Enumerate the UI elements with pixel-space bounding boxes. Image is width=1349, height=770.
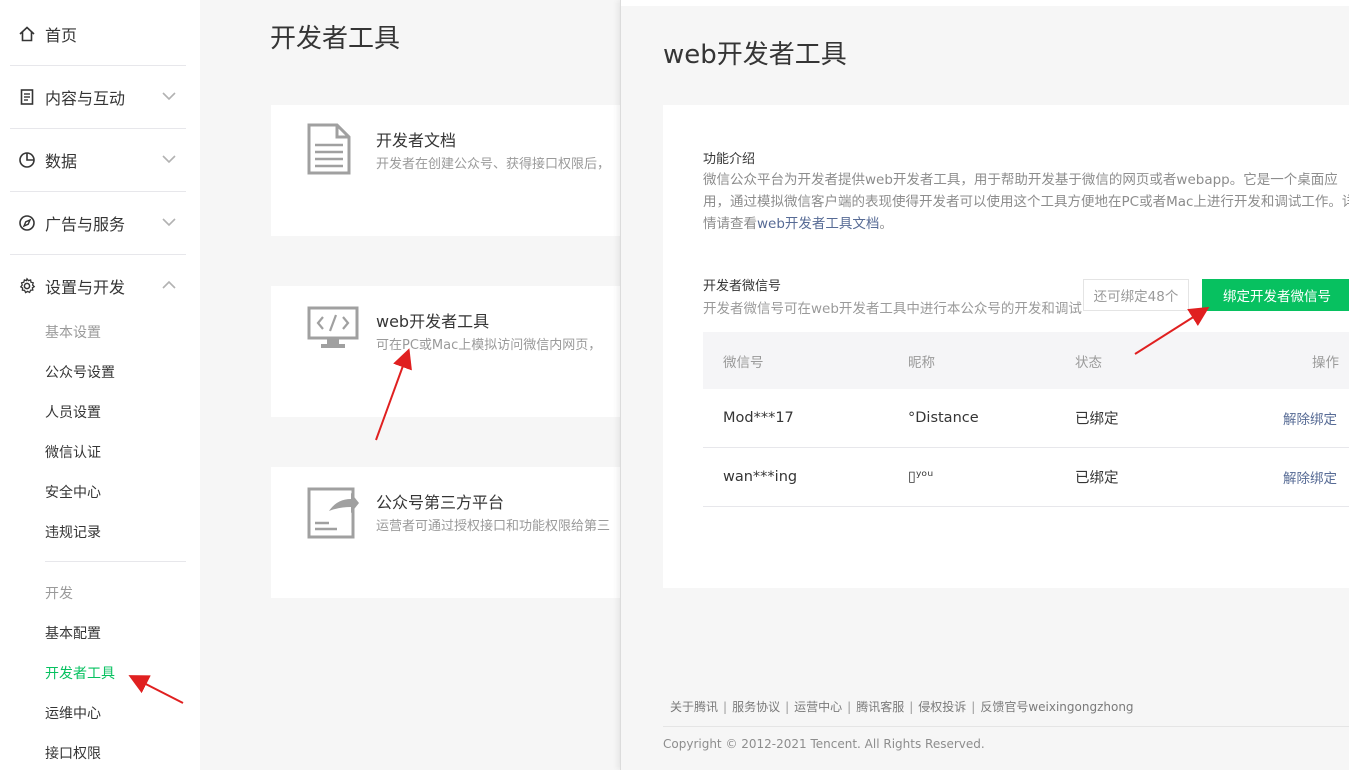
column-header-action: 操作 [1312, 354, 1339, 371]
section-development: 开发 [45, 586, 73, 602]
table-row: Mod***17 °Distance 已绑定 解除绑定 [703, 389, 1349, 448]
separator: | [723, 700, 728, 714]
unbind-link[interactable]: 解除绑定 [1283, 408, 1337, 428]
sidebar: 首页 内容与互动 数据 广告与服务 设置与开发 基本设置 公众号设置 人员设置 … [0, 0, 200, 770]
chevron-down-icon [162, 88, 176, 107]
gear-icon [18, 277, 36, 295]
page-title: 开发者工具 [270, 24, 401, 54]
card-developer-docs[interactable]: 开发者文档 开发者在创建公众号、获得接口权限后， [271, 105, 631, 236]
compass-icon [18, 214, 36, 232]
document-icon [307, 123, 359, 175]
bind-developer-wechat-button[interactable]: 绑定开发者微信号 [1202, 279, 1349, 311]
column-header-status: 状态 [1075, 354, 1102, 371]
cell-status: 已绑定 [1075, 411, 1119, 428]
remaining-bind-count: 还可绑定48个 [1083, 279, 1189, 311]
drawer-panel: 功能介绍 微信公众平台为开发者提供web开发者工具，用于帮助开发基于微信的网页或… [663, 105, 1349, 588]
sidebar-item-security-center[interactable]: 安全中心 [45, 482, 101, 502]
table-row: wan***ing ▯ʸᵒᵘ 已绑定 解除绑定 [703, 448, 1349, 507]
sidebar-item-violation-records[interactable]: 违规记录 [45, 522, 101, 542]
footer-divider [663, 726, 1349, 727]
card-desc: 运营者可通过授权接口和功能权限给第三 [376, 519, 611, 534]
pie-chart-icon [18, 151, 36, 169]
chevron-down-icon [162, 151, 176, 170]
unbind-link[interactable]: 解除绑定 [1283, 467, 1337, 487]
cell-wechat: wan***ing [723, 469, 798, 485]
sidebar-item-staff-settings[interactable]: 人员设置 [45, 402, 101, 422]
drawer-title: web开发者工具 [663, 40, 847, 70]
sidebar-item-api-permissions[interactable]: 接口权限 [45, 743, 101, 763]
card-third-party-platform[interactable]: 公众号第三方平台 运营者可通过授权接口和功能权限给第三 [271, 467, 631, 598]
nav-content-label: 内容与互动 [45, 89, 126, 108]
card-desc: 开发者在创建公众号、获得接口权限后， [376, 157, 611, 172]
home-icon [18, 25, 36, 43]
drawer-web-devtools: web开发者工具 功能介绍 微信公众平台为开发者提供web开发者工具，用于帮助开… [620, 0, 1349, 770]
nav-settings[interactable]: 设置与开发 [10, 255, 186, 317]
drawer-top-strip [621, 0, 1349, 6]
chevron-down-icon [162, 214, 176, 233]
nav-home-label: 首页 [45, 26, 78, 45]
nav-home[interactable]: 首页 [10, 3, 186, 65]
separator: | [785, 700, 790, 714]
separator: | [971, 700, 976, 714]
separator: | [909, 700, 914, 714]
section-basic-settings: 基本设置 [45, 325, 101, 341]
sidebar-item-wechat-verify[interactable]: 微信认证 [45, 442, 101, 462]
developer-wechat-desc: 开发者微信号可在web开发者工具中进行本公众号的开发和调试 [703, 301, 1082, 317]
nav-ads[interactable]: 广告与服务 [10, 192, 186, 254]
nav-settings-label: 设置与开发 [45, 278, 126, 297]
card-web-devtools[interactable]: web开发者工具 可在PC或Mac上模拟访问微信内网页， [271, 286, 631, 417]
chevron-up-icon [162, 277, 176, 296]
cell-wechat: Mod***17 [723, 410, 794, 426]
card-title: web开发者工具 [376, 312, 490, 331]
footer-link-infringement[interactable]: 侵权投诉 [918, 700, 966, 714]
nav-ads-label: 广告与服务 [45, 215, 126, 234]
sidebar-item-ops-center[interactable]: 运维中心 [45, 703, 101, 723]
share-document-icon [307, 485, 359, 539]
divider [45, 561, 186, 562]
intro-end: 。 [879, 216, 893, 232]
footer-link-feedback[interactable]: 反馈官号weixingongzhong [980, 700, 1133, 714]
document-icon [18, 88, 36, 106]
nav-data[interactable]: 数据 [10, 129, 186, 191]
sidebar-item-account-settings[interactable]: 公众号设置 [45, 362, 115, 382]
cell-status: 已绑定 [1075, 470, 1119, 487]
column-header-nickname: 昵称 [908, 354, 935, 371]
monitor-code-icon [307, 306, 359, 358]
footer-link-about[interactable]: 关于腾讯 [670, 700, 718, 714]
footer-link-ops-center[interactable]: 运营中心 [794, 700, 842, 714]
footer-link-support[interactable]: 腾讯客服 [856, 700, 904, 714]
nav-data-label: 数据 [45, 152, 78, 171]
column-header-wechat: 微信号 [723, 354, 764, 371]
sidebar-item-developer-tools[interactable]: 开发者工具 [45, 663, 115, 683]
sidebar-item-basic-config[interactable]: 基本配置 [45, 623, 101, 643]
nav-content[interactable]: 内容与互动 [10, 66, 186, 128]
cell-nickname: ▯ʸᵒᵘ [908, 469, 934, 485]
developer-wechat-label: 开发者微信号 [703, 279, 782, 294]
intro-label: 功能介绍 [703, 152, 756, 167]
footer-links: 关于腾讯 | 服务协议 | 运营中心 | 腾讯客服 | 侵权投诉 | 反馈官号weixingongz… [670, 698, 1134, 715]
table-header: 微信号 昵称 状态 操作 [703, 332, 1349, 389]
copyright: Copyright © 2012-2021 Tencent. All Right… [663, 737, 985, 751]
separator: | [847, 700, 852, 714]
devtools-doc-link[interactable]: web开发者工具文档 [757, 216, 879, 232]
card-desc: 可在PC或Mac上模拟访问微信内网页， [376, 338, 602, 353]
cell-nickname: °Distance [908, 410, 979, 426]
card-title: 公众号第三方平台 [376, 493, 505, 512]
footer-link-terms[interactable]: 服务协议 [732, 700, 780, 714]
card-title: 开发者文档 [376, 131, 457, 150]
intro-text: 微信公众平台为开发者提供web开发者工具，用于帮助开发基于微信的网页或者weba… [703, 169, 1349, 235]
